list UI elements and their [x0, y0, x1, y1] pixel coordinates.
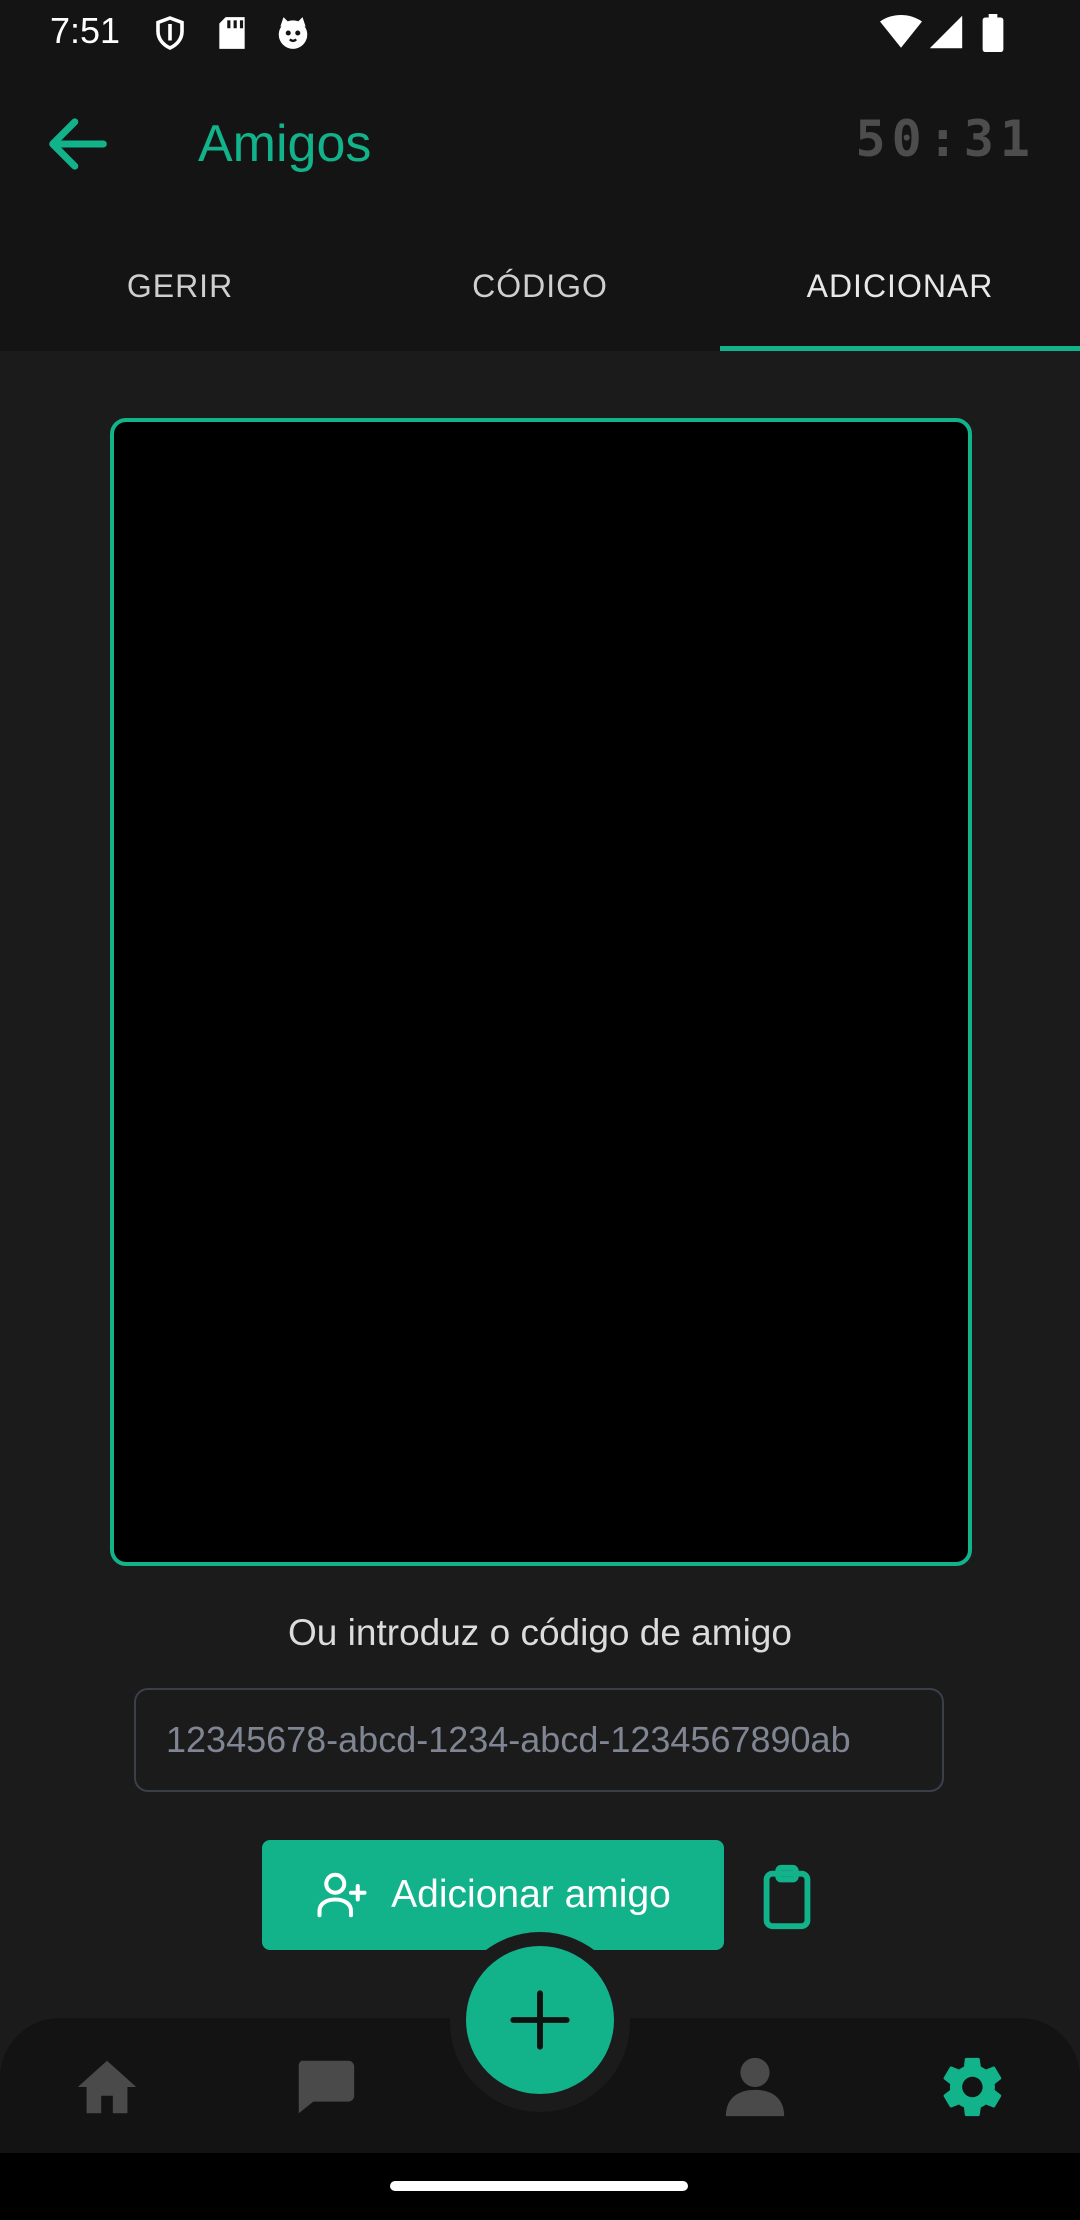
- nav-settings[interactable]: [938, 2052, 1008, 2122]
- profile-icon: [725, 2057, 785, 2117]
- tab-codigo[interactable]: CÓDIGO: [360, 221, 720, 351]
- nav-profile[interactable]: [720, 2052, 790, 2122]
- friend-code-input[interactable]: [134, 1688, 944, 1792]
- tab-gerir[interactable]: GERIR: [0, 221, 360, 351]
- cat-icon: [274, 14, 312, 57]
- user-plus-icon: [317, 1872, 367, 1918]
- wifi-icon: [880, 14, 922, 55]
- clipboard-icon: [763, 1864, 811, 1930]
- tab-adicionar[interactable]: ADICIONAR: [720, 221, 1080, 351]
- status-time: 7:51: [50, 10, 121, 51]
- sd-card-icon: [216, 14, 248, 57]
- signal-icon: [928, 14, 964, 55]
- page-title: Amigos: [198, 115, 372, 173]
- add-friend-button[interactable]: Adicionar amigo: [262, 1840, 724, 1950]
- app-bar: Amigos 50:31: [0, 66, 1080, 221]
- home-icon: [77, 2060, 137, 2114]
- qr-scanner-viewport[interactable]: [110, 418, 972, 1566]
- add-icon: [510, 1990, 570, 2050]
- nav-home[interactable]: [72, 2052, 142, 2122]
- add-fab-button[interactable]: [466, 1946, 614, 2094]
- paste-button[interactable]: [752, 1862, 822, 1932]
- system-navigation-bar: [0, 2153, 1080, 2220]
- settings-icon: [943, 2057, 1002, 2117]
- arrow-left-icon: [49, 118, 107, 170]
- add-friend-button-label: Adicionar amigo: [391, 1873, 671, 1916]
- nav-chat[interactable]: [290, 2052, 360, 2122]
- shield-icon: [152, 14, 188, 57]
- chat-icon: [298, 2060, 355, 2114]
- back-button[interactable]: [40, 106, 116, 182]
- status-bar: 7:51: [0, 0, 1080, 66]
- gesture-handle[interactable]: [390, 2181, 688, 2191]
- timer-display: 50:31: [855, 110, 1036, 168]
- tab-bar: GERIR CÓDIGO ADICIONAR: [0, 221, 1080, 351]
- friend-code-prompt: Ou introduz o código de amigo: [288, 1612, 792, 1653]
- battery-icon: [982, 14, 1004, 57]
